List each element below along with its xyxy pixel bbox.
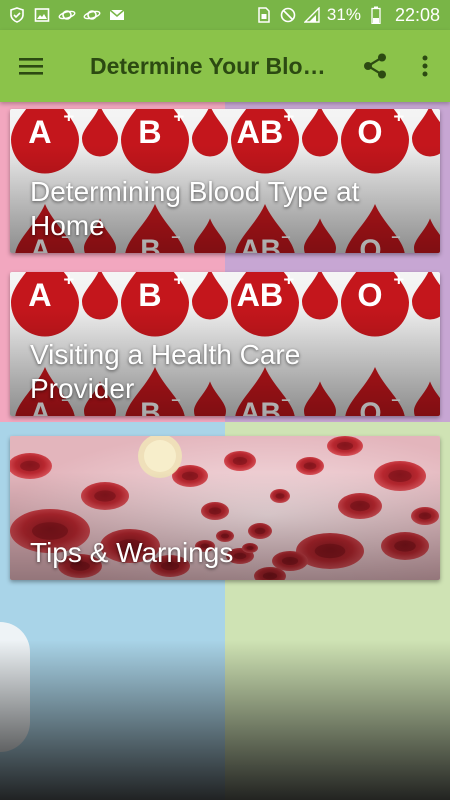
app-toolbar: Determine Your Blood Type [0, 30, 450, 102]
card-title: Determining Blood Type at Home [30, 176, 360, 241]
battery-icon [367, 6, 385, 24]
topic-card-home[interactable]: A+B+AB+O+ A–B–AB–O– Determining Blood Ty… [10, 109, 440, 253]
more-vert-icon[interactable] [400, 30, 450, 102]
topic-card-tips[interactable]: Tips & Warnings [10, 436, 440, 580]
planet-icon [58, 6, 76, 24]
app-screen: 31% 22:08 Determine Your Blood Type A+B+ [0, 0, 450, 800]
status-system-icons: 31% 22:08 [255, 5, 440, 26]
shield-icon [8, 6, 26, 24]
planet-icon [83, 6, 101, 24]
mail-icon [108, 6, 126, 24]
image-icon [33, 6, 51, 24]
topic-card-health-care[interactable]: A+B+AB+O+ A–B–AB–O– Visiting a Health Ca… [10, 272, 440, 416]
sim-icon [255, 6, 273, 24]
status-notification-icons [8, 6, 126, 24]
card-title: Visiting a Health Care Provider [30, 339, 301, 404]
share-icon[interactable] [350, 30, 400, 102]
signal-icon [303, 6, 321, 24]
card-title: Tips & Warnings [30, 537, 234, 568]
status-time: 22:08 [394, 4, 440, 25]
hamburger-menu-icon[interactable] [0, 30, 62, 102]
status-bar: 31% 22:08 [0, 0, 450, 30]
no-disturb-icon [279, 6, 297, 24]
battery-percent: 31% [326, 5, 361, 24]
page-title: Determine Your Blood Type [90, 52, 350, 79]
